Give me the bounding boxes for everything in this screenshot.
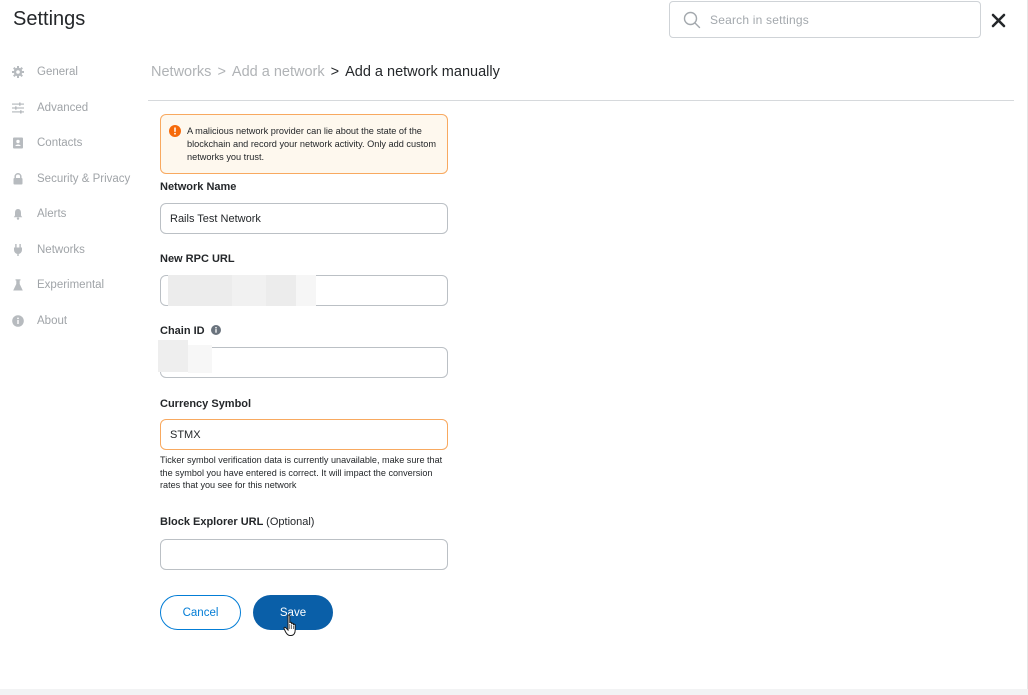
sidebar-item-label: General — [37, 66, 78, 78]
lock-icon — [13, 172, 23, 184]
flask-icon — [13, 279, 23, 291]
breadcrumb-separator: > — [330, 64, 340, 80]
breadcrumb-current: Add a network manually — [345, 64, 500, 80]
footer-bar — [0, 689, 1028, 695]
sidebar-item-label: Security & Privacy — [37, 172, 131, 185]
sidebar-item-label: Experimental — [37, 279, 105, 291]
block-explorer-label-text: Block Explorer URL — [160, 516, 264, 528]
search-icon — [683, 11, 701, 29]
currency-symbol-input[interactable] — [160, 419, 448, 450]
info-icon[interactable] — [210, 325, 221, 335]
sidebar-item-label: Contacts — [37, 137, 83, 149]
chain-id-label-text: Chain ID — [160, 325, 205, 337]
sidebar-item-label: Advanced — [37, 101, 89, 114]
bell-icon — [13, 209, 23, 220]
info-icon — [12, 314, 24, 327]
page-title: Settings — [13, 8, 86, 30]
sidebar-item-about[interactable]: About — [0, 304, 148, 340]
cancel-button[interactable]: Cancel — [160, 595, 241, 630]
sidebar-item-advanced[interactable]: Advanced — [0, 91, 148, 127]
sidebar-item-label: Networks — [37, 243, 85, 256]
search-input[interactable] — [710, 10, 970, 30]
block-explorer-input[interactable] — [160, 539, 448, 570]
sidebar: General Advanced Contacts Security & Pri… — [0, 55, 148, 339]
search-box[interactable] — [669, 1, 981, 38]
plug-icon — [14, 243, 22, 256]
currency-symbol-label: Currency Symbol — [160, 398, 252, 410]
breadcrumb: Networks > Add a network > Add a network man… — [151, 64, 500, 80]
block-explorer-label: Block Explorer URL (Optional) — [160, 516, 314, 528]
warning-text: A malicious network provider can lie abo… — [187, 126, 437, 162]
sidebar-item-label: Alerts — [37, 208, 67, 220]
sidebar-item-security-privacy[interactable]: Security & Privacy — [0, 162, 148, 198]
warning-icon — [169, 125, 181, 137]
network-name-input[interactable] — [160, 203, 448, 234]
network-name-label: Network Name — [160, 181, 237, 193]
close-icon — [991, 13, 1006, 28]
optional-tag: (Optional) — [266, 516, 315, 528]
redacted-block — [232, 275, 266, 306]
breadcrumb-separator: > — [217, 64, 226, 80]
warning-banner: A malicious network provider can lie abo… — [160, 114, 448, 174]
sidebar-item-alerts[interactable]: Alerts — [0, 197, 148, 233]
redacted-block — [158, 340, 188, 372]
contact-book-icon — [13, 137, 23, 149]
sidebar-item-experimental[interactable]: Experimental — [0, 268, 148, 304]
sidebar-item-general[interactable]: General — [0, 55, 148, 91]
sidebar-item-contacts[interactable]: Contacts — [0, 126, 148, 162]
chain-id-label: Chain ID — [160, 325, 221, 337]
currency-symbol-warning: Ticker symbol verification data is curre… — [160, 455, 443, 490]
redacted-block — [296, 275, 316, 306]
breadcrumb-networks[interactable]: Networks — [151, 64, 211, 80]
settings-window: Settings General — [0, 0, 1028, 695]
sidebar-item-label: About — [37, 314, 68, 327]
close-button[interactable] — [989, 10, 1009, 30]
gear-icon — [12, 66, 24, 78]
sliders-icon — [12, 102, 24, 113]
redacted-block — [188, 345, 212, 373]
header-divider — [148, 100, 1014, 101]
sidebar-item-networks[interactable]: Networks — [0, 233, 148, 269]
breadcrumb-add-network[interactable]: Add a network — [232, 64, 325, 80]
rpc-url-label: New RPC URL — [160, 253, 235, 265]
hand-cursor-icon — [283, 614, 296, 636]
